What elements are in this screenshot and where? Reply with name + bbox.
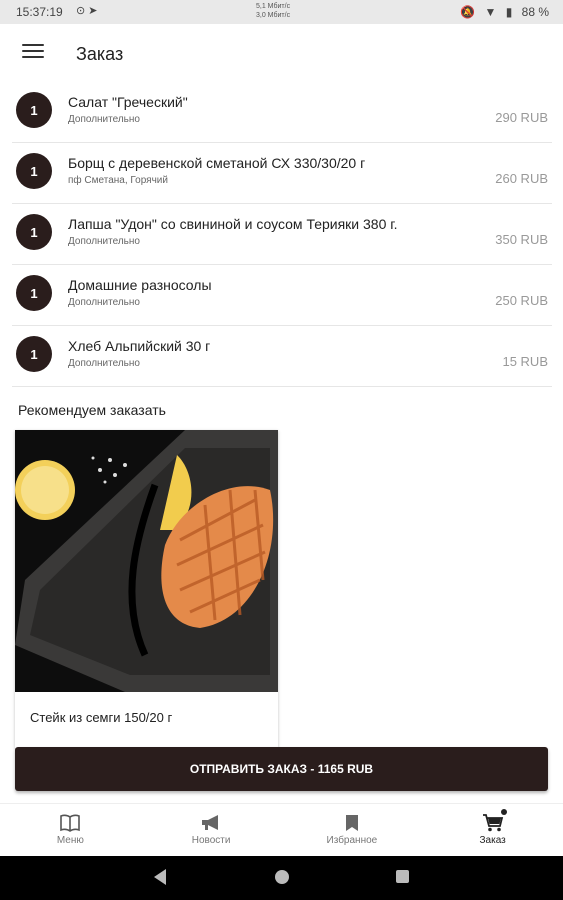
status-time: 15:37:19: [16, 5, 63, 19]
order-item[interactable]: 1 Лапша "Удон" со свининой и соусом Тери…: [12, 204, 552, 265]
network-speed-up: 5,1 Мбит/с: [256, 3, 291, 10]
item-modifiers: пф Сметана, Горячий: [68, 175, 168, 186]
order-list: 1 Салат "Греческий" Дополнительно 290 RU…: [12, 82, 552, 387]
submit-order-button[interactable]: ОТПРАВИТЬ ЗАКАЗ - 1165 RUB: [15, 747, 548, 791]
nav-favorites[interactable]: Избранное: [282, 804, 423, 857]
item-modifiers: Дополнительно: [68, 297, 140, 308]
quantity-badge: 1: [16, 214, 52, 250]
quantity-badge: 1: [16, 92, 52, 128]
nav-order[interactable]: Заказ: [422, 804, 563, 857]
item-price: 290 RUB: [495, 110, 548, 125]
cart-badge-dot: [500, 809, 507, 815]
battery-icon: ▮: [505, 5, 513, 19]
network-speed-down: 3,0 Мбит/с: [256, 12, 291, 19]
mute-icon: 🔕: [460, 5, 476, 19]
item-modifiers: Дополнительно: [68, 358, 140, 369]
nav-menu[interactable]: Меню: [0, 804, 141, 857]
order-item[interactable]: 1 Домашние разносолы Дополнительно 250 R…: [12, 265, 552, 326]
recommended-dish-name: Стейк из семги 150/20 г: [30, 710, 173, 725]
nav-label: Избранное: [326, 835, 378, 846]
item-price: 350 RUB: [495, 232, 548, 247]
book-icon: [60, 814, 81, 832]
dish-photo: [15, 430, 278, 692]
order-item[interactable]: 1 Хлеб Альпийский 30 г Дополнительно 15 …: [12, 326, 552, 387]
nav-label: Заказ: [479, 835, 506, 846]
quantity-badge: 1: [16, 153, 52, 189]
nav-label: Меню: [56, 835, 84, 846]
battery-level: 88 %: [521, 5, 549, 19]
notification-icons: ⊙ ➤: [76, 5, 98, 17]
item-price: 15 RUB: [502, 354, 548, 369]
home-icon[interactable]: [275, 870, 289, 884]
item-modifiers: Дополнительно: [68, 236, 140, 247]
quantity-badge: 1: [16, 275, 52, 311]
bottom-nav: Меню Новости Избранное Заказ: [0, 803, 563, 857]
quantity-badge: 1: [16, 336, 52, 372]
cart-icon: [482, 814, 503, 832]
item-name: Салат "Греческий": [68, 94, 188, 110]
order-item[interactable]: 1 Борщ с деревенской сметаной СХ 330/30/…: [12, 143, 552, 204]
order-item[interactable]: 1 Салат "Греческий" Дополнительно 290 RU…: [12, 82, 552, 143]
wifi-icon: ▼: [484, 5, 497, 19]
item-name: Домашние разносолы: [68, 277, 212, 293]
item-price: 250 RUB: [495, 293, 548, 308]
nav-news[interactable]: Новости: [141, 804, 282, 857]
app-bar: Заказ: [0, 24, 563, 82]
page-title: Заказ: [76, 44, 124, 64]
bookmark-icon: [345, 815, 358, 831]
back-icon[interactable]: [154, 869, 166, 885]
recommended-card[interactable]: Стейк из семги 150/20 г: [15, 430, 278, 748]
item-name: Хлеб Альпийский 30 г: [68, 338, 211, 354]
network-speed: 5,1 Мбит/с 3,0 Мбит/с: [256, 2, 290, 20]
item-modifiers: Дополнительно: [68, 114, 140, 125]
hamburger-menu-icon[interactable]: [22, 44, 44, 62]
item-name: Борщ с деревенской сметаной СХ 330/30/20…: [68, 155, 366, 171]
item-name: Лапша "Удон" со свининой и соусом Терияк…: [68, 216, 398, 232]
recommended-title: Рекомендуем заказать: [18, 402, 166, 418]
system-nav-bar: [0, 856, 563, 900]
nav-label: Новости: [191, 835, 231, 846]
status-bar: 15:37:19 ⊙ ➤ 5,1 Мбит/с 3,0 Мбит/с 🔕 ▼ ▮…: [0, 0, 563, 24]
status-right: 🔕 ▼ ▮ 88 %: [454, 5, 549, 19]
megaphone-icon: [202, 815, 219, 830]
recent-apps-icon[interactable]: [396, 870, 409, 883]
item-price: 260 RUB: [495, 171, 548, 186]
